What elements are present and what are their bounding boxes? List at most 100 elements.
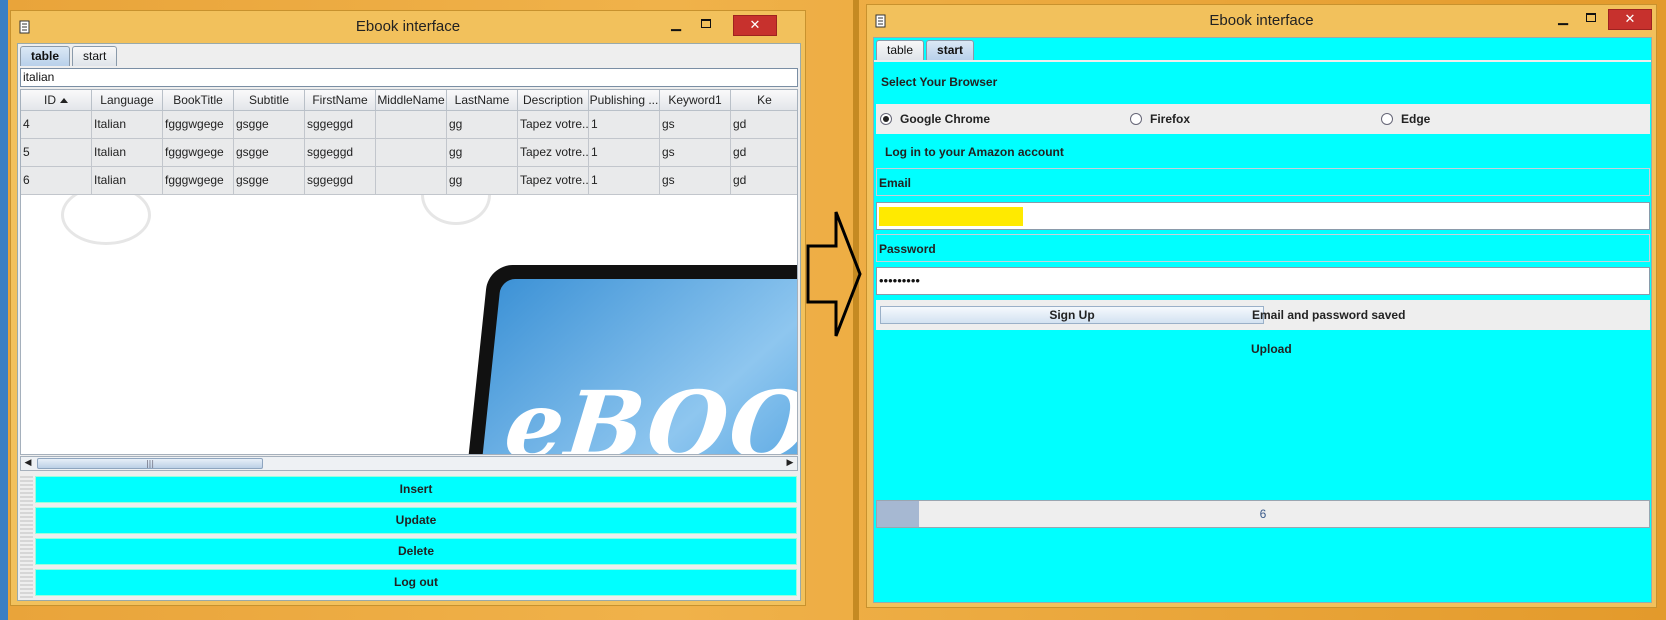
table-cell[interactable]: gs <box>660 139 731 167</box>
column-header[interactable]: MiddleName <box>376 90 447 111</box>
laptop-screen: eBOOK <box>477 279 798 455</box>
radio-edge[interactable]: Edge <box>1381 112 1430 126</box>
title-bar[interactable]: Ebook interface ▁ ✕ <box>867 5 1656 35</box>
email-label: Email <box>879 176 912 190</box>
horizontal-scrollbar[interactable]: ◀ ||| ▶ <box>20 456 798 471</box>
column-header[interactable]: Ke <box>731 90 797 111</box>
table-cell[interactable]: sggeggd <box>305 139 376 167</box>
column-header[interactable]: Description <box>518 90 589 111</box>
table-cell[interactable]: Tapez votre... <box>518 139 589 167</box>
tab-table[interactable]: table <box>20 46 71 66</box>
table-cell[interactable]: sggeggd <box>305 111 376 139</box>
minimize-icon[interactable]: ▁ <box>1550 9 1576 30</box>
tab-strip: table start <box>20 46 119 66</box>
table-cell[interactable]: 5 <box>21 139 92 167</box>
signup-row: Sign Up Email and password saved <box>876 300 1650 330</box>
tab-table[interactable]: table <box>876 40 925 60</box>
table-cell[interactable]: gs <box>660 167 731 195</box>
password-label: Password <box>879 242 936 256</box>
insert-button[interactable]: Insert <box>35 476 797 503</box>
column-header[interactable]: BookTitle <box>163 90 234 111</box>
table-cell[interactable]: gg <box>447 111 518 139</box>
tab-start[interactable]: start <box>926 40 975 60</box>
login-heading: Log in to your Amazon account <box>885 145 1064 159</box>
radio-empty-icon <box>1130 113 1142 125</box>
scrollbar-thumb[interactable]: ||| <box>37 458 263 469</box>
delete-button[interactable]: Delete <box>35 538 797 565</box>
table-cell[interactable]: 1 <box>589 167 660 195</box>
table-cell[interactable]: gs <box>660 111 731 139</box>
progress-text: 6 <box>1259 507 1267 521</box>
table-cell[interactable]: Tapez votre... <box>518 167 589 195</box>
table-cell[interactable]: fgggwgege <box>163 167 234 195</box>
tab-start[interactable]: start <box>72 46 118 66</box>
table-cell[interactable]: Tapez votre... <box>518 111 589 139</box>
password-field[interactable]: ••••••••• <box>876 267 1650 295</box>
search-input[interactable]: italian <box>20 68 798 87</box>
column-header[interactable]: Publishing ... <box>589 90 660 111</box>
saved-status-text: Email and password saved <box>1252 308 1406 322</box>
watermark-shape <box>61 195 151 245</box>
update-button[interactable]: Update <box>35 507 797 534</box>
browser-heading: Select Your Browser <box>881 75 998 89</box>
radio-firefox[interactable]: Firefox <box>1130 112 1190 126</box>
laptop-illustration: eBOOK <box>463 265 798 455</box>
table-cell[interactable]: gd <box>731 139 797 167</box>
table-cell[interactable]: 1 <box>589 111 660 139</box>
watermark-shape <box>421 195 491 225</box>
desktop-edge <box>0 0 8 620</box>
ebook-logo: eBOOK <box>500 371 798 455</box>
title-bar[interactable]: Ebook interface ▁ ✕ <box>11 11 805 41</box>
upload-button[interactable]: Upload <box>1251 342 1292 356</box>
minimize-icon[interactable]: ▁ <box>663 15 689 36</box>
table-cell[interactable]: gsgge <box>234 139 305 167</box>
table-cell[interactable]: gd <box>731 167 797 195</box>
close-icon[interactable]: ✕ <box>733 15 777 36</box>
table-cell[interactable]: Italian <box>92 167 163 195</box>
email-field[interactable] <box>876 202 1650 230</box>
ebook-window-start: Ebook interface ▁ ✕ table start Select Y… <box>866 4 1657 608</box>
column-header[interactable]: Keyword1 <box>660 90 731 111</box>
email-label-box: Email <box>876 168 1650 196</box>
table-cell[interactable] <box>376 111 447 139</box>
sort-ascending-icon <box>60 98 68 104</box>
scroll-left-icon[interactable]: ◀ <box>21 457 35 470</box>
maximize-icon[interactable] <box>1578 9 1604 30</box>
table-cell[interactable]: fgggwgege <box>163 139 234 167</box>
scroll-right-icon[interactable]: ▶ <box>783 457 797 470</box>
close-icon[interactable]: ✕ <box>1608 9 1652 30</box>
table-cell[interactable]: Italian <box>92 111 163 139</box>
table-cell[interactable]: 1 <box>589 139 660 167</box>
table-cell[interactable] <box>376 139 447 167</box>
browser-heading-panel: Select Your Browser <box>876 62 1650 102</box>
upload-progress-bar: 6 <box>876 500 1650 528</box>
column-header[interactable]: Language <box>92 90 163 111</box>
table-cell[interactable]: 6 <box>21 167 92 195</box>
radio-google-chrome[interactable]: Google Chrome <box>880 112 990 126</box>
arrow-right-icon <box>806 211 862 337</box>
column-header[interactable]: LastName <box>447 90 518 111</box>
column-header[interactable]: Subtitle <box>234 90 305 111</box>
radio-empty-icon <box>1381 113 1393 125</box>
upload-panel: Upload <box>876 330 1650 498</box>
toolbar-grip[interactable] <box>20 474 33 598</box>
maximize-icon[interactable] <box>693 15 719 36</box>
radio-selected-icon <box>880 113 892 125</box>
column-header[interactable]: FirstName <box>305 90 376 111</box>
signup-button[interactable]: Sign Up <box>880 306 1264 324</box>
column-header[interactable]: ID <box>21 90 92 111</box>
table-cell[interactable]: gsgge <box>234 111 305 139</box>
table-cell[interactable]: gd <box>731 111 797 139</box>
action-panel: Insert Update Delete Log out <box>20 474 798 598</box>
password-label-box: Password <box>876 234 1650 262</box>
table-cell[interactable]: gg <box>447 139 518 167</box>
table-cell[interactable]: 4 <box>21 111 92 139</box>
table-cell[interactable]: gg <box>447 167 518 195</box>
window-content: table start Select Your Browser Google C… <box>873 37 1652 603</box>
table-cell[interactable]: Italian <box>92 139 163 167</box>
table-cell[interactable]: sggeggd <box>305 167 376 195</box>
logout-button[interactable]: Log out <box>35 569 797 596</box>
table-cell[interactable]: gsgge <box>234 167 305 195</box>
table-cell[interactable]: fgggwgege <box>163 111 234 139</box>
table-cell[interactable] <box>376 167 447 195</box>
